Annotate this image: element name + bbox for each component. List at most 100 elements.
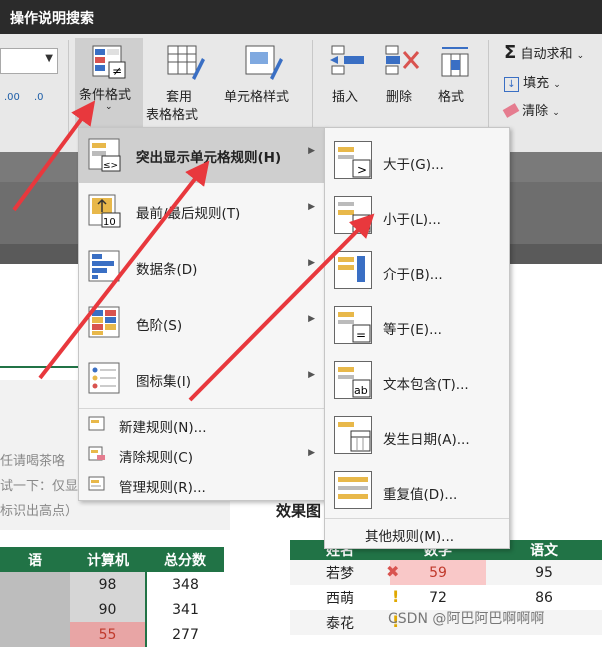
effect-label: 效果图: [276, 502, 322, 520]
table-cell[interactable]: ✖ 59: [386, 560, 486, 585]
table-cell[interactable]: 98: [70, 572, 146, 597]
menu-item-clear-rules[interactable]: 清除规则(C) ▶: [79, 440, 325, 470]
menu-item-manage-rules[interactable]: 管理规则(R)...: [79, 470, 325, 500]
manage-rules-icon: [88, 476, 105, 491]
insert-cells-icon: [330, 45, 364, 75]
menu-label: 数据条(D): [136, 262, 198, 278]
autosum-label: 自动求和: [520, 47, 573, 62]
chevron-down-icon: ▼: [45, 53, 53, 64]
menu-label: 新建规则(N)...: [119, 420, 207, 436]
conditional-format-label: 条件格式: [79, 88, 132, 103]
conditional-format-button[interactable]: ≠ 条件格式 ⌄: [75, 38, 143, 128]
menu-item-top-bottom[interactable]: 10 最前/最后规则(T) ▶: [79, 184, 325, 239]
table-row[interactable]: 98 348: [0, 572, 224, 597]
table-row[interactable]: 若梦 ✖ 59 95: [290, 560, 602, 585]
highlight-rules-icon: ≤>: [88, 138, 121, 172]
decrease-decimal-button[interactable]: .0: [34, 92, 44, 103]
equal-icon: =: [334, 306, 372, 344]
format-label: 格式: [438, 90, 465, 105]
submenu-arrow-icon: ▶: [308, 146, 315, 156]
conditional-format-menu: ≤> 突出显示单元格规则(H) ▶ 10 最前/最后规则(T) ▶ 数据条(D)…: [78, 127, 326, 501]
highlight-rules-submenu: > 大于(G)... < 小于(L)... 介于(B)... = 等于(E)..…: [324, 127, 510, 549]
autosum-button[interactable]: Σ 自动求和 ⌄: [504, 42, 584, 63]
svg-text:<: <: [357, 218, 367, 232]
new-rule-icon: [88, 416, 105, 431]
cell-styles-button[interactable]: 单元格样式: [222, 38, 306, 128]
delete-button[interactable]: 删除: [376, 38, 426, 128]
menu-item-between[interactable]: 介于(B)...: [325, 241, 509, 296]
fill-label: 填充: [523, 76, 550, 91]
menu-item-date-occurring[interactable]: 发生日期(A)...: [325, 406, 509, 461]
submenu-arrow-icon: ▶: [308, 448, 315, 458]
table-cell[interactable]: 西萌: [290, 585, 390, 610]
between-icon: [334, 251, 372, 289]
menu-item-equal[interactable]: = 等于(E)...: [325, 296, 509, 351]
fill-button[interactable]: ↓ 填充 ⌄: [504, 72, 561, 92]
menu-label: 介于(B)...: [383, 267, 443, 283]
submenu-arrow-icon: ▶: [308, 258, 315, 268]
menu-label: 清除规则(C): [119, 450, 193, 466]
fill-down-icon: ↓: [504, 77, 519, 92]
menu-item-more-rules[interactable]: 其他规则(M)...: [325, 518, 509, 547]
table-row[interactable]: 西萌 ! 72 86: [290, 585, 602, 610]
table-format-label-2: 表格格式: [146, 108, 199, 123]
chevron-down-icon: ⌄: [552, 108, 560, 118]
increase-decimal-button[interactable]: .00: [4, 92, 20, 103]
table-cell[interactable]: 55: [70, 622, 146, 647]
menu-item-less-than[interactable]: < 小于(L)...: [325, 186, 509, 241]
chevron-down-icon: ⌄: [105, 102, 113, 112]
menu-item-data-bars[interactable]: 数据条(D) ▶: [79, 240, 325, 295]
menu-item-icon-sets[interactable]: 图标集(I) ▶: [79, 352, 325, 407]
sigma-icon: Σ: [504, 42, 517, 63]
table-cell[interactable]: ! 72: [390, 585, 486, 610]
increase-decimal-label: .00: [4, 92, 20, 103]
table-cell[interactable]: 泰花: [290, 610, 390, 635]
menu-label: 其他规则(M)...: [365, 529, 455, 545]
format-button[interactable]: 格式: [430, 38, 480, 128]
table-cell[interactable]: 若梦: [290, 560, 390, 585]
insert-label: 插入: [332, 90, 359, 105]
decrease-decimal-label: .0: [34, 92, 44, 103]
menu-label: 图标集(I): [136, 374, 192, 390]
text-contains-icon: ab: [334, 361, 372, 399]
menu-item-text-contains[interactable]: ab 文本包含(T)...: [325, 351, 509, 406]
menu-label: 最前/最后规则(T): [136, 206, 241, 222]
color-scale-icon: [88, 306, 120, 338]
score-table: 语 计算机 总分数 98 348 90 341 55 277: [0, 547, 224, 647]
menu-label: 文本包含(T)...: [383, 377, 469, 393]
menu-label: 发生日期(A)...: [383, 432, 470, 448]
search-bar[interactable]: 操作说明搜索: [0, 0, 602, 34]
table-cell[interactable]: 86: [486, 585, 602, 610]
clear-button[interactable]: 清除 ⌄: [502, 100, 560, 119]
menu-item-duplicate-values[interactable]: 重复值(D)...: [325, 461, 509, 516]
svg-text:=: =: [356, 328, 366, 342]
svg-text:>: >: [357, 163, 367, 177]
cell-styles-label: 单元格样式: [224, 90, 290, 105]
table-cell[interactable]: 341: [145, 597, 224, 622]
menu-item-highlight-rules[interactable]: ≤> 突出显示单元格规则(H) ▶: [79, 128, 325, 183]
greater-than-icon: >: [334, 141, 372, 179]
table-cell[interactable]: 95: [486, 560, 602, 585]
table-row[interactable]: 90 341: [0, 597, 224, 622]
submenu-arrow-icon: ▶: [308, 202, 315, 212]
table-cell[interactable]: 277: [145, 622, 224, 647]
data-bars-icon: [88, 250, 120, 282]
submenu-arrow-icon: ▶: [308, 314, 315, 324]
number-format-select[interactable]: ▼: [0, 48, 58, 74]
table-row[interactable]: 55 277: [0, 622, 224, 647]
table-format-button[interactable]: 套用 表格格式: [146, 38, 222, 128]
menu-item-color-scale[interactable]: 色阶(S) ▶: [79, 296, 325, 351]
conditional-format-icon: ≠: [92, 45, 126, 79]
table-cell[interactable]: 90: [70, 597, 146, 622]
table-format-label-1: 套用: [166, 90, 193, 105]
insert-button[interactable]: 插入: [322, 38, 372, 128]
table-header: 总分数: [164, 552, 206, 569]
table-cell[interactable]: 348: [145, 572, 224, 597]
menu-label: 等于(E)...: [383, 322, 442, 338]
red-x-icon: ✖: [386, 562, 400, 581]
menu-item-new-rule[interactable]: 新建规则(N)...: [79, 410, 325, 440]
top-bottom-icon: 10: [88, 194, 121, 228]
cell-value: 72: [429, 589, 447, 606]
clear-rules-icon: [88, 446, 105, 461]
menu-item-greater-than[interactable]: > 大于(G)...: [325, 131, 509, 186]
